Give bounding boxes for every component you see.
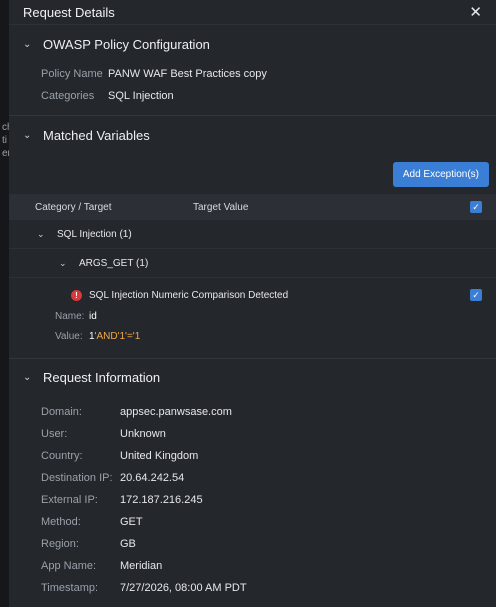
policy-name-value: PANW WAF Best Practices copy xyxy=(108,68,267,80)
value-label: Value: xyxy=(55,330,83,342)
info-row: User: Unknown xyxy=(41,423,496,445)
info-label: Country: xyxy=(41,450,83,462)
checkbox-checked-icon: ✓ xyxy=(472,201,480,212)
info-row: Domain: appsec.panwsase.com xyxy=(41,401,496,423)
subgroup-label: ARGS_GET (1) xyxy=(79,257,149,269)
detection-row: ! SQL Injection Numeric Comparison Detec… xyxy=(9,284,496,306)
info-label: Domain: xyxy=(41,406,82,418)
info-label: External IP: xyxy=(41,494,98,506)
chevron-down-icon: ⌄ xyxy=(23,129,32,141)
policy-section-title: OWASP Policy Configuration xyxy=(43,36,210,52)
detection-label: SQL Injection Numeric Comparison Detecte… xyxy=(89,289,289,301)
info-value: Unknown xyxy=(120,428,166,440)
name-value: id xyxy=(89,310,97,322)
info-label: Timestamp: xyxy=(41,582,99,594)
info-label: User: xyxy=(41,428,68,440)
value-highlight: 'AND'1'='1 xyxy=(94,330,141,342)
info-label: Region: xyxy=(41,538,79,550)
info-row: Destination IP: 20.64.242.54 xyxy=(41,467,496,489)
policy-details: Policy Name PANW WAF Best Practices copy… xyxy=(9,63,496,115)
table-header: Category / Target Target Value ✓ xyxy=(9,194,496,220)
add-exception-button[interactable]: Add Exception(s) xyxy=(392,162,489,187)
request-section-title: Request Information xyxy=(43,369,161,385)
categories-value: SQL Injection xyxy=(108,90,174,102)
info-value: appsec.panwsase.com xyxy=(120,406,232,418)
info-row: Timestamp: 7/27/2026, 08:00 AM PDT xyxy=(41,577,496,599)
checkbox-checked-icon: ✓ xyxy=(472,289,480,300)
info-row: Country: United Kingdom xyxy=(41,445,496,467)
info-row: App Name: Meridian xyxy=(41,555,496,577)
info-value: United Kingdom xyxy=(120,450,199,462)
column-target-value: Target Value xyxy=(193,201,249,213)
info-value: GET xyxy=(120,516,143,528)
info-row: Region: GB xyxy=(41,533,496,555)
info-value: 172.187.216.245 xyxy=(120,494,203,506)
info-label: Method: xyxy=(41,516,81,528)
detection-checkbox[interactable]: ✓ xyxy=(470,289,482,301)
info-label: Destination IP: xyxy=(41,472,113,484)
info-label: App Name: xyxy=(41,560,97,572)
info-value: 20.64.242.54 xyxy=(120,472,185,484)
drawer-title: Request Details xyxy=(23,4,115,20)
categories-row: Categories SQL Injection xyxy=(41,85,496,107)
column-category-target: Category / Target xyxy=(35,201,112,213)
group-row-args-get[interactable]: ⌄ ARGS_GET (1) xyxy=(9,249,496,278)
group-label: SQL Injection (1) xyxy=(57,228,132,240)
policy-name-row: Policy Name PANW WAF Best Practices copy xyxy=(41,63,496,85)
chevron-down-icon: ⌄ xyxy=(23,38,32,50)
request-details-drawer: Request Details ✕ ⌄ OWASP Policy Configu… xyxy=(9,0,496,607)
group-row-sql-injection[interactable]: ⌄ SQL Injection (1) xyxy=(9,220,496,249)
drawer-header: Request Details ✕ xyxy=(9,0,496,25)
name-row: Name: id xyxy=(9,306,496,326)
error-icon: ! xyxy=(71,289,82,301)
close-icon[interactable]: ✕ xyxy=(469,3,482,21)
info-row: External IP: 172.187.216.245 xyxy=(41,489,496,511)
chevron-down-icon: ⌄ xyxy=(59,257,67,268)
request-section-header[interactable]: ⌄ Request Information xyxy=(9,359,496,395)
policy-section-header[interactable]: ⌄ OWASP Policy Configuration xyxy=(9,25,496,63)
value-row: Value: 1 'AND'1'='1 xyxy=(9,326,496,352)
chevron-down-icon: ⌄ xyxy=(23,371,32,383)
select-all-checkbox[interactable]: ✓ xyxy=(470,201,482,213)
matched-section-header[interactable]: ⌄ Matched Variables xyxy=(9,116,496,154)
info-row: Method: GET xyxy=(41,511,496,533)
matched-section-title: Matched Variables xyxy=(43,127,150,143)
info-value: 7/27/2026, 08:00 AM PDT xyxy=(120,582,247,594)
info-value: GB xyxy=(120,538,136,550)
categories-label: Categories xyxy=(41,90,95,102)
request-info: Domain: appsec.panwsase.com User: Unknown … xyxy=(9,395,496,599)
chevron-down-icon: ⌄ xyxy=(37,228,45,239)
name-label: Name: xyxy=(55,310,85,322)
policy-name-label: Policy Name xyxy=(41,68,103,80)
matched-actions: Add Exception(s) xyxy=(9,154,496,194)
info-value: Meridian xyxy=(120,560,163,572)
